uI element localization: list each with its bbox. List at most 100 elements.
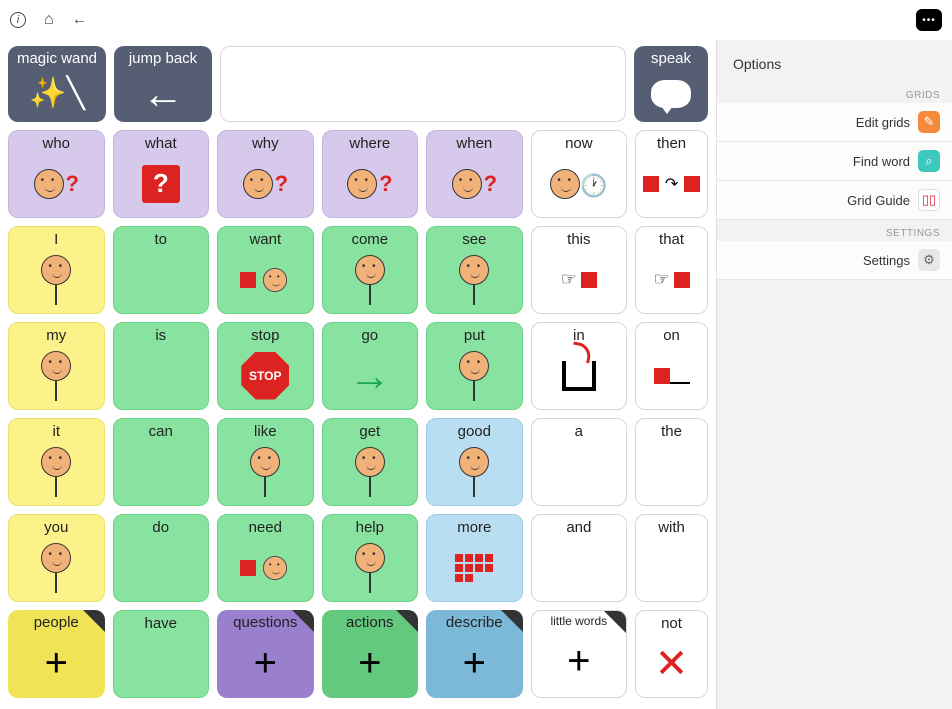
word-cell-picto bbox=[325, 248, 416, 311]
word-cell-you[interactable]: you bbox=[8, 514, 105, 602]
word-cell-get[interactable]: get bbox=[322, 418, 419, 506]
word-cell-with[interactable]: with bbox=[635, 514, 708, 602]
word-cell-label: this bbox=[567, 231, 590, 248]
word-cell-label: more bbox=[457, 519, 491, 536]
word-cell-picto bbox=[638, 536, 705, 599]
word-cell-then[interactable]: then↷ bbox=[635, 130, 708, 218]
word-cell-picto: ↷ bbox=[638, 152, 705, 215]
word-cell-what[interactable]: what? bbox=[113, 130, 210, 218]
word-cell-picto bbox=[325, 536, 416, 599]
word-cell-more[interactable]: more bbox=[426, 514, 523, 602]
word-cell-label: stop bbox=[251, 327, 279, 344]
word-cell-questions[interactable]: questions+ bbox=[217, 610, 314, 698]
word-cell-label: can bbox=[149, 423, 173, 440]
word-cell-this[interactable]: this☞ bbox=[531, 226, 628, 314]
word-cell-come[interactable]: come bbox=[322, 226, 419, 314]
word-cell-do[interactable]: do bbox=[113, 514, 210, 602]
word-cell-picto: ? bbox=[429, 152, 520, 215]
word-cell-label: on bbox=[663, 327, 680, 344]
word-cell-see[interactable]: see bbox=[426, 226, 523, 314]
word-cell-picto: ? bbox=[116, 152, 207, 215]
speak-output-bar[interactable] bbox=[220, 46, 626, 122]
word-cell-actions[interactable]: actions+ bbox=[322, 610, 419, 698]
word-cell-picto: + bbox=[324, 631, 417, 696]
word-cell-people[interactable]: people+ bbox=[8, 610, 105, 698]
word-cell-picto: + bbox=[428, 631, 521, 696]
word-cell-label: put bbox=[464, 327, 485, 344]
word-cell-put[interactable]: put bbox=[426, 322, 523, 410]
word-cell-where[interactable]: where? bbox=[322, 130, 419, 218]
options-toggle-button[interactable]: ••• bbox=[916, 9, 942, 31]
word-cell-is[interactable]: is bbox=[113, 322, 210, 410]
word-cell-to[interactable]: to bbox=[113, 226, 210, 314]
sidebar-item-grid-guide[interactable]: Grid Guide ▯▯ bbox=[717, 181, 952, 220]
jump-back-label: jump back bbox=[129, 50, 197, 67]
word-cell-help[interactable]: help bbox=[322, 514, 419, 602]
word-cell-label: I bbox=[54, 231, 58, 248]
folder-corner-icon bbox=[396, 610, 418, 632]
word-cell-picto bbox=[11, 440, 102, 503]
sidebar-item-edit-grids[interactable]: Edit grids ✎ bbox=[717, 103, 952, 142]
word-cell-picto: STOP bbox=[220, 344, 311, 407]
word-cell-not[interactable]: not✕ bbox=[635, 610, 708, 698]
grid-area: magic wand ✨╲ jump back ← speak who?what… bbox=[0, 40, 716, 709]
word-cell-like[interactable]: like bbox=[217, 418, 314, 506]
word-cell-that[interactable]: that☞ bbox=[635, 226, 708, 314]
word-cell-when[interactable]: when? bbox=[426, 130, 523, 218]
search-icon: ⌕ bbox=[918, 150, 940, 172]
word-cell-picto bbox=[325, 440, 416, 503]
word-cell-describe[interactable]: describe+ bbox=[426, 610, 523, 698]
sidebar-item-find-word[interactable]: Find word ⌕ bbox=[717, 142, 952, 181]
word-cell-label: my bbox=[46, 327, 66, 344]
folder-corner-icon bbox=[604, 611, 626, 633]
word-cell-picto bbox=[429, 344, 520, 407]
word-cell-my[interactable]: my bbox=[8, 322, 105, 410]
word-cell-label: questions bbox=[233, 614, 297, 631]
word-cell-in[interactable]: in bbox=[531, 322, 628, 410]
word-cell-why[interactable]: why? bbox=[217, 130, 314, 218]
word-cell-have[interactable]: have bbox=[113, 610, 210, 698]
word-cell-want[interactable]: want bbox=[217, 226, 314, 314]
word-cell-the[interactable]: the bbox=[635, 418, 708, 506]
word-cell-label: do bbox=[152, 519, 169, 536]
word-cell-now[interactable]: now🕐 bbox=[531, 130, 628, 218]
folder-corner-icon bbox=[292, 610, 314, 632]
word-cell-label: that bbox=[659, 231, 684, 248]
word-cell-stop[interactable]: stopSTOP bbox=[217, 322, 314, 410]
back-arrow-icon[interactable]: ← bbox=[72, 11, 88, 29]
word-cell-go[interactable]: go→ bbox=[322, 322, 419, 410]
word-cell-picto: + bbox=[219, 631, 312, 696]
word-cell-label: describe bbox=[446, 614, 503, 631]
word-cell-label: now bbox=[565, 135, 593, 152]
sidebar-item-label: Settings bbox=[863, 253, 910, 268]
word-cell-picto: ☞ bbox=[638, 248, 705, 311]
word-cell-a[interactable]: a bbox=[531, 418, 628, 506]
sidebar-item-settings[interactable]: Settings ⚙ bbox=[717, 241, 952, 280]
word-cell-picto bbox=[638, 344, 705, 407]
arrow-left-icon: ← bbox=[142, 70, 184, 118]
word-cell-can[interactable]: can bbox=[113, 418, 210, 506]
sidebar-title: Options bbox=[717, 40, 952, 82]
word-cell-who[interactable]: who? bbox=[8, 130, 105, 218]
word-cell-picto: ? bbox=[11, 152, 102, 215]
word-cell-I[interactable]: I bbox=[8, 226, 105, 314]
home-icon[interactable]: ⌂ bbox=[44, 11, 54, 29]
word-cell-picto bbox=[429, 440, 520, 503]
wand-icon: ✨╲ bbox=[29, 76, 84, 111]
word-cell-picto: ✕ bbox=[638, 632, 705, 695]
word-cell-and[interactable]: and bbox=[531, 514, 628, 602]
word-cell-picto bbox=[116, 536, 207, 599]
jump-back-button[interactable]: jump back ← bbox=[114, 46, 212, 122]
speak-button[interactable]: speak bbox=[634, 46, 708, 122]
sidebar-item-label: Edit grids bbox=[856, 115, 910, 130]
word-cell-label: good bbox=[458, 423, 491, 440]
word-cell-good[interactable]: good bbox=[426, 418, 523, 506]
magic-wand-button[interactable]: magic wand ✨╲ bbox=[8, 46, 106, 122]
word-cell-it[interactable]: it bbox=[8, 418, 105, 506]
word-cell-little-words[interactable]: little words+ bbox=[531, 610, 628, 698]
word-cell-picto bbox=[429, 248, 520, 311]
word-cell-picto bbox=[116, 632, 207, 695]
word-cell-on[interactable]: on bbox=[635, 322, 708, 410]
info-icon[interactable]: i bbox=[10, 12, 26, 28]
word-cell-need[interactable]: need bbox=[217, 514, 314, 602]
